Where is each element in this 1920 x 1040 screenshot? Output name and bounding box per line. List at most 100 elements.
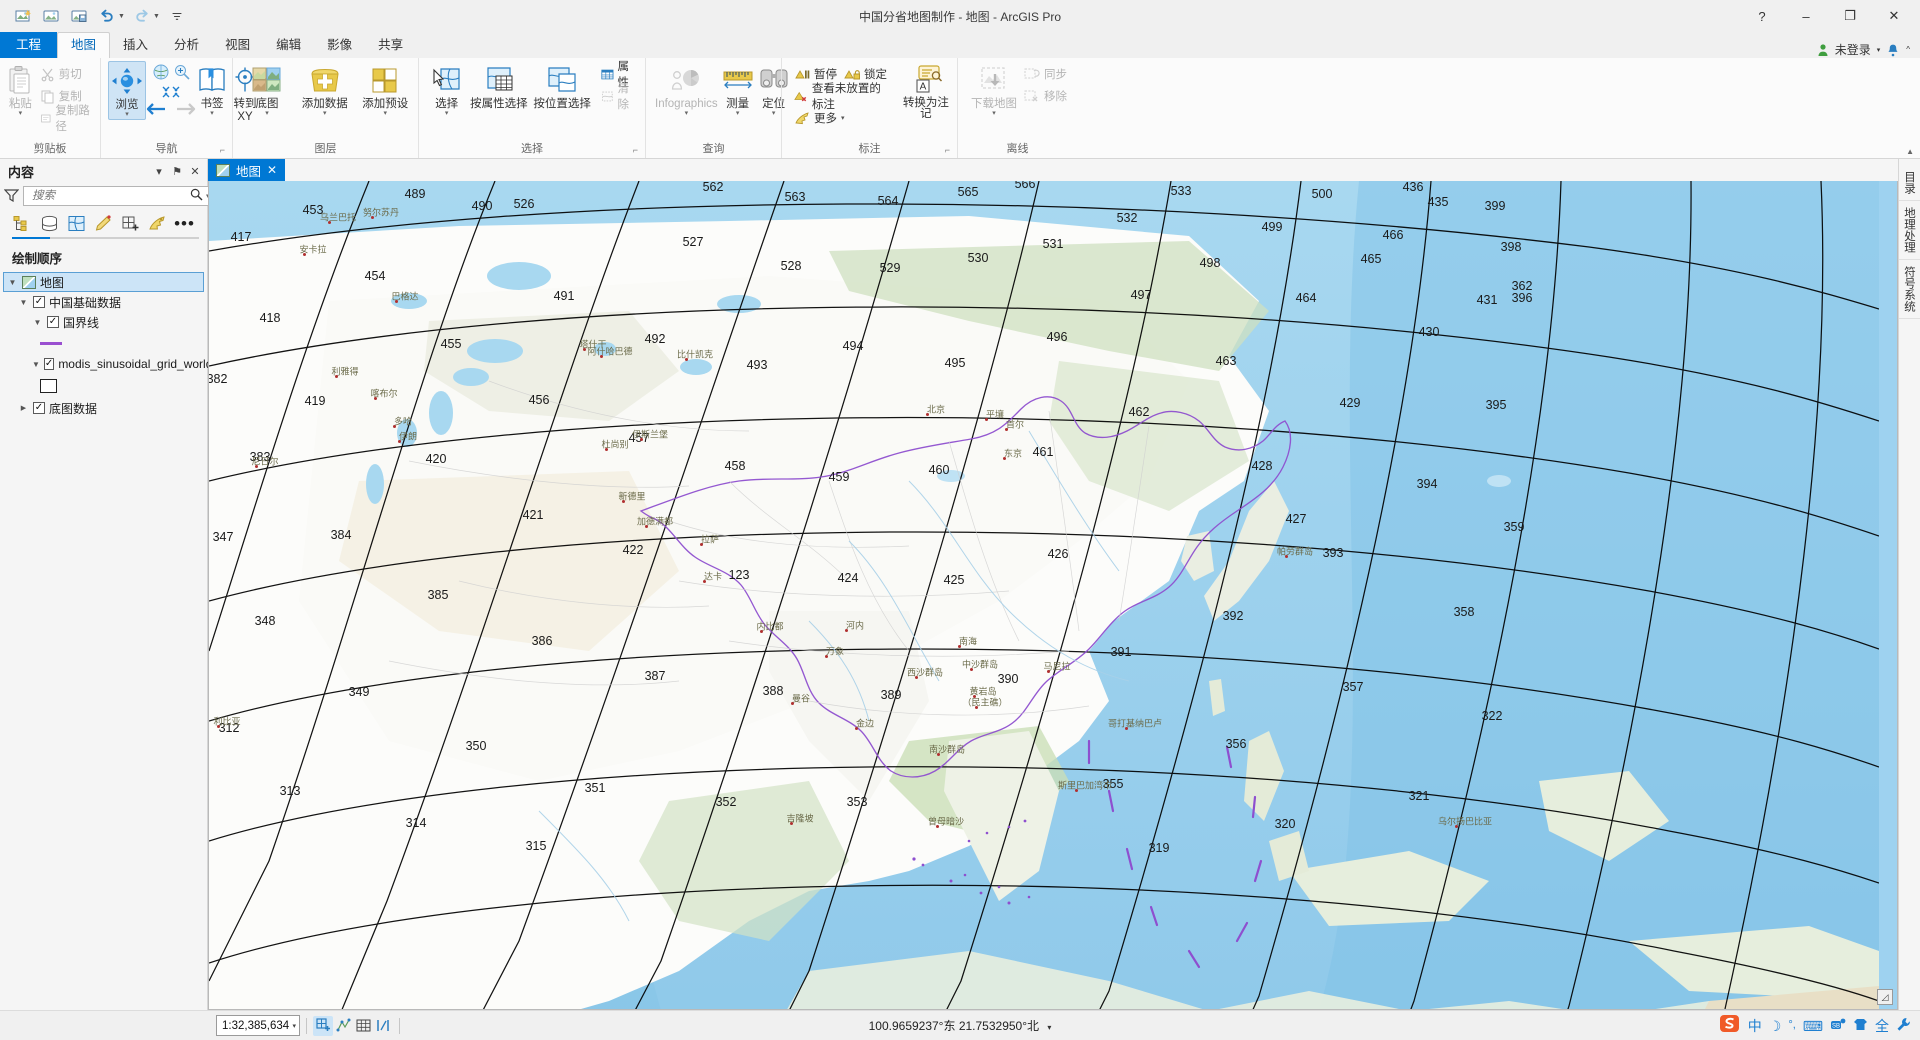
china-base-data-checkbox[interactable]: ✓ — [33, 296, 45, 308]
list-by-data-source-icon[interactable] — [39, 213, 60, 234]
undo-dropdown-icon[interactable]: ▼ — [118, 13, 125, 20]
redo-dropdown-icon[interactable]: ▼ — [153, 13, 160, 20]
list-by-editing-icon[interactable] — [93, 213, 114, 234]
tree-item-basemap-data[interactable]: ▶ ✓ 底图数据 — [0, 398, 207, 418]
selection-mode-icon[interactable] — [313, 1015, 333, 1036]
restore-button[interactable]: ❐ — [1828, 0, 1872, 32]
tree-item-map[interactable]: ▼ 地图 — [3, 272, 204, 292]
tab-imagery[interactable]: 影像 — [314, 32, 365, 58]
navigate-dialog-launcher[interactable]: ⌐ — [220, 143, 225, 157]
close-button[interactable]: ✕ — [1872, 0, 1916, 32]
modis-grid-checkbox[interactable]: ✓ — [43, 358, 55, 370]
help-button[interactable]: ? — [1740, 0, 1784, 32]
select-button[interactable]: 选择 ▾ — [427, 61, 466, 118]
explore-caret-icon[interactable]: ▾ — [125, 111, 129, 119]
more-options-icon[interactable]: ••• — [174, 213, 195, 234]
open-project-icon[interactable] — [38, 4, 64, 28]
add-data-button[interactable]: 添加数据 ▾ — [296, 61, 354, 118]
list-by-snapping-icon[interactable] — [120, 213, 141, 234]
fixed-zoom-in-icon[interactable] — [152, 63, 170, 84]
modis-grid-expander-icon[interactable]: ▼ — [32, 360, 40, 369]
tree-item-national-boundary[interactable]: ▼ ✓ 国界线 — [0, 312, 207, 332]
view-tab-map[interactable]: 地图 ✕ — [208, 159, 286, 181]
infographics-caret-icon[interactable]: ▾ — [685, 110, 689, 118]
bookmarks-button[interactable]: 书签 ▾ — [196, 61, 228, 118]
view-unplaced-labels-button[interactable]: 查看未放置的标注 — [792, 83, 897, 111]
selection-dialog-launcher[interactable]: ⌐ — [633, 143, 638, 157]
explore-button[interactable]: 浏览 ▾ — [108, 61, 146, 120]
basemap-data-checkbox[interactable]: ✓ — [33, 402, 45, 414]
tab-insert[interactable]: 插入 — [110, 32, 161, 58]
list-by-labeling-icon[interactable] — [147, 213, 168, 234]
attribute-table-icon[interactable] — [353, 1016, 373, 1036]
tab-edit[interactable]: 编辑 — [263, 32, 314, 58]
cut-button[interactable]: 剪切 — [38, 63, 96, 85]
snapping-icon[interactable] — [333, 1016, 353, 1036]
symbol-modis-grid[interactable] — [0, 374, 207, 398]
list-by-selection-icon[interactable] — [66, 213, 87, 234]
punctuation-icon[interactable]: °, — [1788, 1020, 1795, 1031]
customize-qat-icon[interactable] — [164, 4, 190, 28]
voice-input-icon[interactable]: SB — [1830, 1017, 1846, 1035]
copy-path-button[interactable]: 复制路径 — [38, 105, 96, 133]
basemap-caret-icon[interactable]: ▾ — [265, 110, 269, 118]
map-expander-icon[interactable]: ▼ — [7, 278, 18, 287]
tab-map[interactable]: 地图 — [57, 32, 111, 58]
tab-view[interactable]: 视图 — [212, 32, 263, 58]
basemap-button[interactable]: 底图 ▾ — [241, 61, 293, 118]
tab-analysis[interactable]: 分析 — [161, 32, 212, 58]
china-base-data-expander-icon[interactable]: ▼ — [18, 298, 29, 307]
undo-icon[interactable] — [94, 4, 120, 28]
locate-caret-icon[interactable]: ▾ — [772, 110, 776, 118]
more-labeling-button[interactable]: 更多 ▾ — [792, 107, 897, 129]
side-tab-catalog[interactable]: 目录 — [1899, 165, 1920, 201]
measure-tool-icon[interactable] — [373, 1016, 393, 1036]
account-caret-icon[interactable]: ▾ — [1877, 46, 1881, 54]
tools-icon[interactable] — [1896, 1017, 1912, 1035]
tree-item-modis-grid[interactable]: ▼ ✓ modis_sinusoidal_grid_world — [0, 354, 212, 374]
sogou-ime-icon[interactable] — [1719, 1014, 1741, 1037]
contents-close-icon[interactable]: ✕ — [187, 165, 203, 178]
tab-share[interactable]: 共享 — [365, 32, 416, 58]
map-scale-caret-icon[interactable]: ▾ — [292, 1022, 296, 1030]
redo-icon[interactable] — [129, 4, 155, 28]
map-resize-grip-icon[interactable]: ◿ — [1877, 989, 1893, 1005]
search-input[interactable] — [30, 189, 190, 203]
zoom-tool-icon[interactable] — [173, 63, 191, 84]
skin-icon[interactable] — [1853, 1017, 1868, 1035]
remove-offline-button[interactable]: 移除 — [1022, 85, 1072, 107]
keyboard-icon[interactable]: ⌨ — [1803, 1019, 1823, 1033]
contents-pin-icon[interactable]: ⚑ — [169, 165, 185, 178]
contents-search-box[interactable]: ▾ — [23, 186, 214, 206]
add-preset-caret-icon[interactable]: ▾ — [383, 110, 387, 118]
funnel-icon[interactable] — [3, 188, 20, 205]
infographics-button[interactable]: Infographics ▾ — [654, 61, 719, 118]
convert-to-annotation-button[interactable]: A 转换为注记 — [899, 61, 953, 120]
chinese-mode-icon[interactable]: 中 — [1748, 1019, 1762, 1033]
notification-caret-icon[interactable]: ^ — [1906, 45, 1910, 54]
clear-selection-button[interactable]: 清除 — [599, 83, 641, 111]
tab-project[interactable]: 工程 — [0, 32, 58, 58]
next-extent-icon[interactable] — [175, 101, 197, 120]
labeling-dialog-launcher[interactable]: ⌐ — [945, 143, 950, 157]
measure-caret-icon[interactable]: ▾ — [736, 110, 740, 118]
view-tab-close-icon[interactable]: ✕ — [267, 163, 277, 177]
bookmarks-caret-icon[interactable]: ▾ — [210, 110, 214, 118]
side-tab-symbology[interactable]: 符号系统 — [1899, 260, 1920, 319]
search-icon[interactable] — [190, 188, 203, 204]
select-caret-icon[interactable]: ▾ — [445, 110, 449, 118]
tree-item-china-base-data[interactable]: ▼ ✓ 中国基础数据 — [0, 292, 207, 312]
list-by-drawing-order-icon[interactable] — [12, 213, 33, 234]
contents-menu-icon[interactable]: ▾ — [151, 165, 167, 178]
measure-button[interactable]: 测量 ▾ — [721, 61, 755, 118]
save-project-icon[interactable] — [66, 4, 92, 28]
minimize-button[interactable]: – — [1784, 0, 1828, 32]
account-status[interactable]: 未登录 ▾ ^ — [1817, 41, 1920, 58]
select-by-location-button[interactable]: 按位置选择 — [531, 61, 592, 110]
more-labeling-caret-icon[interactable]: ▾ — [841, 114, 845, 122]
side-tab-geoprocessing[interactable]: 地理处理 — [1899, 201, 1920, 260]
add-data-caret-icon[interactable]: ▾ — [323, 110, 327, 118]
basemap-data-expander-icon[interactable]: ▶ — [18, 404, 29, 412]
map-canvas[interactable]: 489 526 562 563 564 565 566 533 500 436 435 399 417 4… — [208, 181, 1898, 1010]
map-scale-selector[interactable]: 1:32,385,634 ▾ — [216, 1015, 300, 1036]
